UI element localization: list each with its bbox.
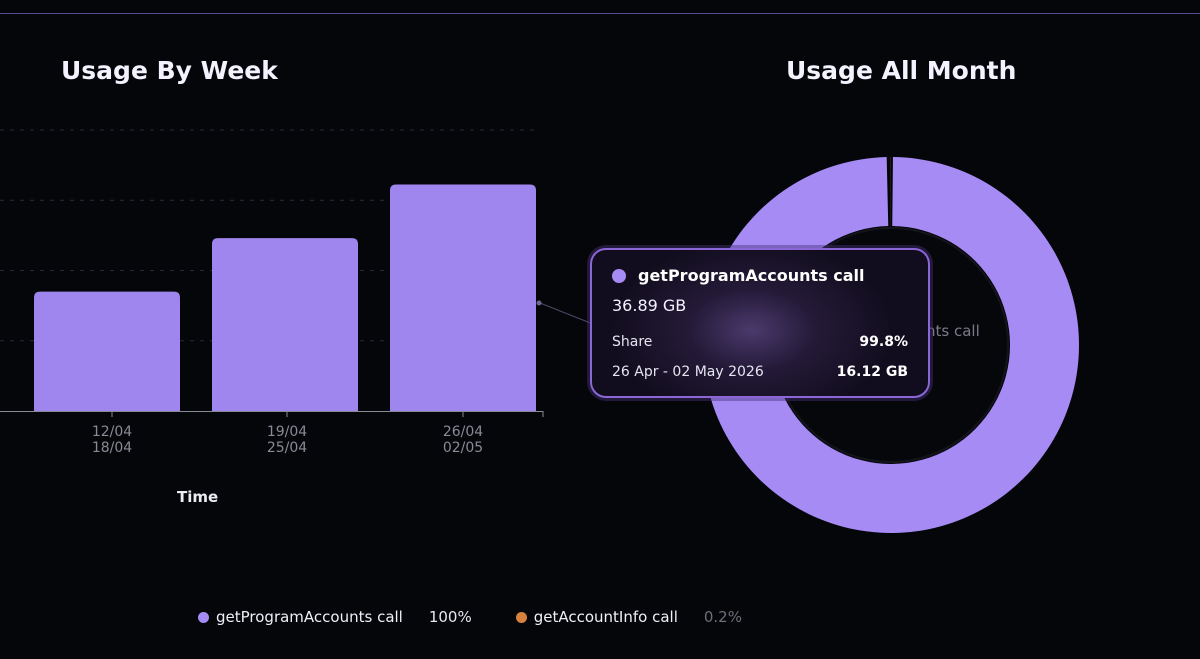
bar-chart: 12/0418/04 19/0425/04 26/0402/05 <box>0 129 544 456</box>
tooltip-share-row: Share 99.8% <box>612 334 908 350</box>
bar <box>212 238 358 411</box>
donut-center-label: nts call <box>926 322 980 340</box>
legend-dot-icon <box>515 611 527 623</box>
tooltip-total: 36.89 GB <box>612 296 908 315</box>
x-tick-label: 25/04 <box>267 440 307 456</box>
tooltip-week-row: 26 Apr - 02 May 2026 16.12 GB <box>612 364 908 380</box>
chart-tooltip: getProgramAccounts call 36.89 GB Share 9… <box>590 248 930 398</box>
tooltip-header: getProgramAccounts call <box>612 266 908 285</box>
bar <box>390 184 536 411</box>
legend-percent-getprogramaccounts: 100% <box>428 608 472 626</box>
chart-legend: getProgramAccounts call 100% getAccountI… <box>198 608 742 626</box>
x-tick-label: 18/04 <box>92 440 132 456</box>
tooltip-share-label: Share <box>612 334 653 350</box>
x-tick-label: 26/04 <box>443 424 483 440</box>
x-tick-label: 19/04 <box>267 424 307 440</box>
tooltip-week-label: 26 Apr - 02 May 2026 <box>612 364 764 380</box>
series-color-dot-icon <box>612 268 626 283</box>
tooltip-series-name: getProgramAccounts call <box>638 266 865 285</box>
tooltip-week-value: 16.12 GB <box>836 364 908 380</box>
tooltip-pointer-dot <box>536 300 542 306</box>
tooltip-share-value: 99.8% <box>859 334 908 350</box>
legend-item-getprogramaccounts[interactable]: getProgramAccounts call <box>216 608 403 626</box>
x-tick-label: 12/04 <box>92 424 132 440</box>
tooltip-total-value: 36.89 GB <box>612 296 687 315</box>
legend-item-getaccountinfo[interactable]: getAccountInfo call <box>534 608 678 626</box>
legend-dot-icon <box>198 611 209 623</box>
bar <box>34 291 180 411</box>
legend-percent-getaccountinfo: 0.2% <box>703 608 742 626</box>
x-tick-label: 02/05 <box>443 440 483 456</box>
x-axis-title: Time <box>177 488 219 506</box>
